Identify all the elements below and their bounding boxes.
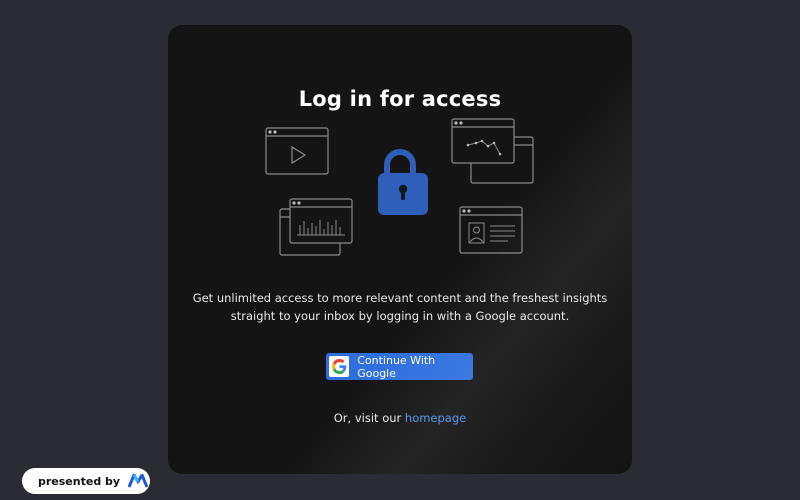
login-card: Log in for access Get unlimited access t… — [168, 25, 632, 474]
video-window-icon — [265, 127, 329, 175]
continue-with-google-button[interactable]: Continue With Google — [326, 353, 473, 380]
presented-by-badge[interactable]: presented by — [22, 468, 150, 494]
description-text: Get unlimited access to more relevant co… — [192, 291, 608, 323]
brand-logo-icon — [128, 474, 149, 488]
access-illustration — [265, 118, 534, 256]
badge-text: presented by — [38, 474, 121, 488]
google-icon — [329, 356, 350, 377]
line-chart-window-icon — [451, 118, 534, 184]
visit-homepage-text: Or, visit our homepage — [168, 411, 632, 425]
profile-window-icon — [459, 206, 523, 254]
bar-chart-window-icon — [279, 198, 353, 256]
visit-prefix: Or, visit our — [333, 411, 405, 425]
homepage-link[interactable]: homepage — [405, 411, 466, 425]
google-button-label: Continue With Google — [357, 353, 436, 380]
lock-icon — [378, 149, 428, 215]
